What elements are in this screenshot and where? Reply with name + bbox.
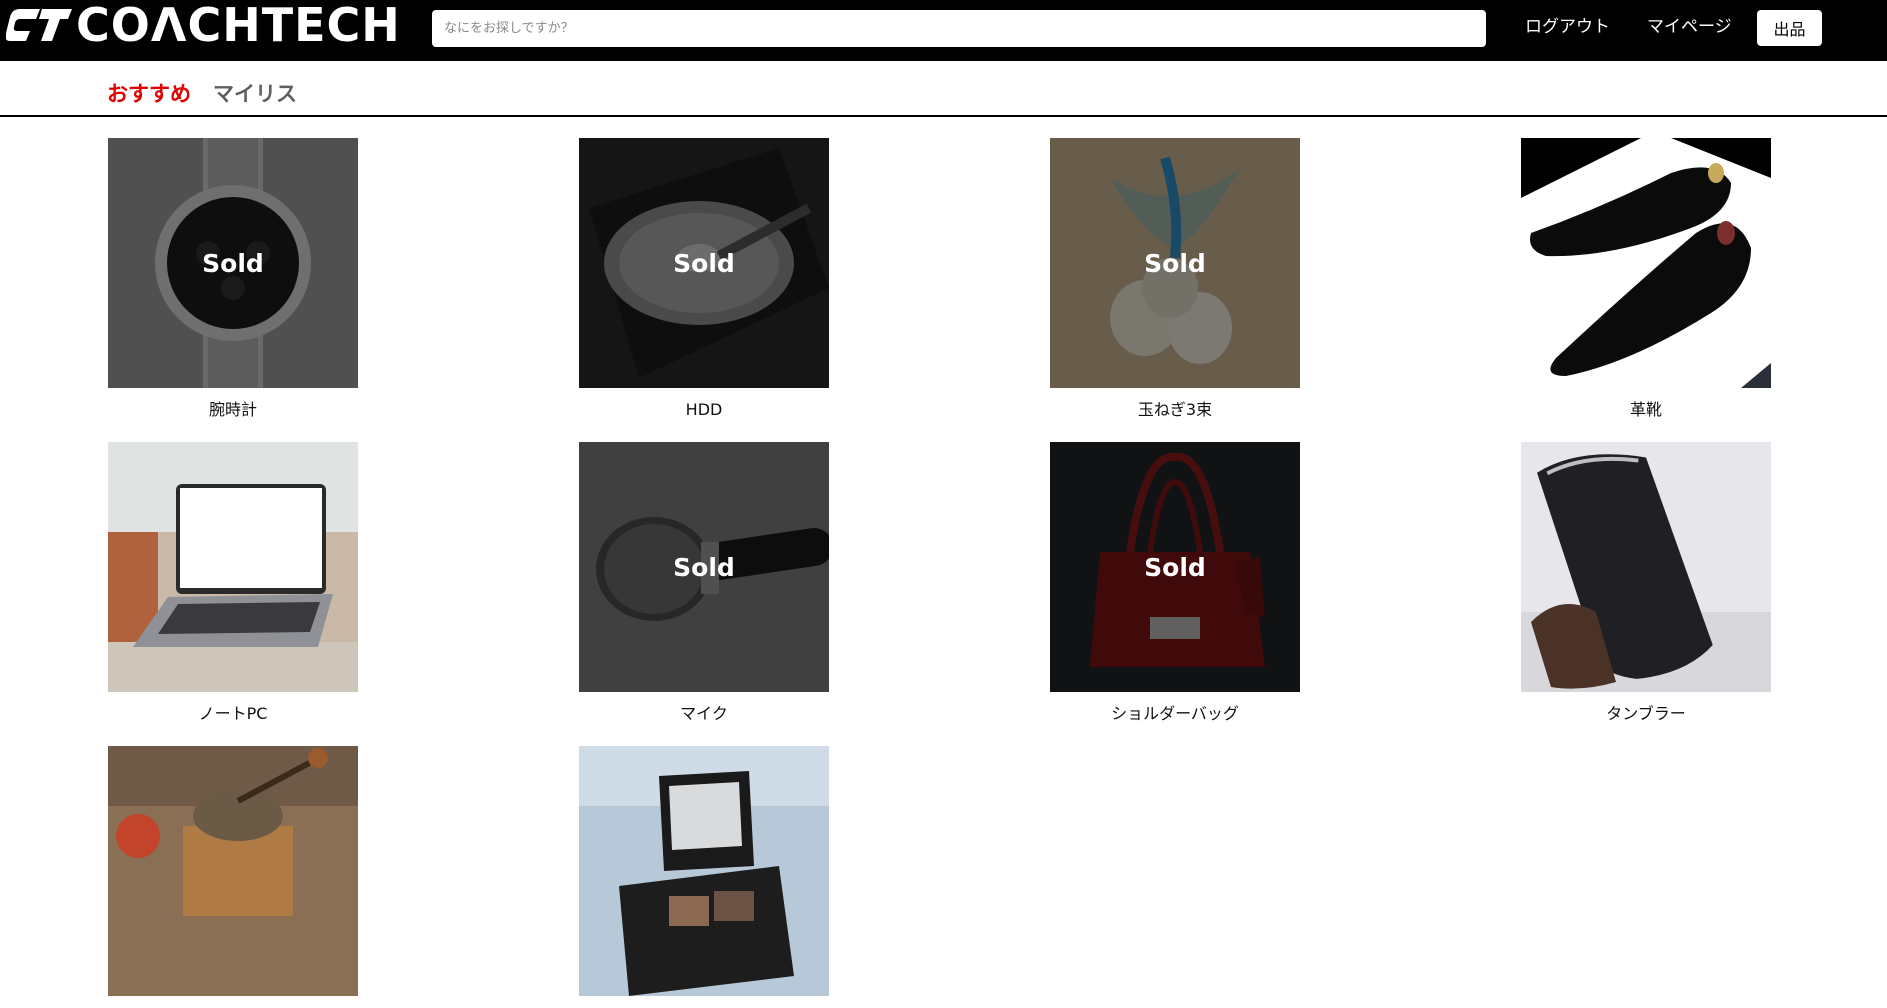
sold-label: Sold bbox=[202, 248, 264, 278]
item-card[interactable]: Sold マイク bbox=[579, 442, 829, 724]
sold-label: Sold bbox=[673, 248, 735, 278]
tab-mylist[interactable]: マイリス bbox=[213, 81, 297, 107]
item-name: タンブラー bbox=[1606, 704, 1686, 723]
item-name: マイク bbox=[680, 704, 728, 723]
item-card[interactable]: タンブラー bbox=[1521, 442, 1771, 724]
sold-label: Sold bbox=[1144, 248, 1206, 278]
sold-label: Sold bbox=[673, 552, 735, 582]
item-image-onions[interactable]: Sold bbox=[1050, 138, 1300, 388]
item-image-eyeshadow[interactable] bbox=[579, 746, 829, 996]
item-image-coffee-grinder[interactable] bbox=[108, 746, 358, 996]
sold-overlay: Sold bbox=[1050, 138, 1300, 388]
item-card[interactable]: Sold 腕時計 bbox=[108, 138, 358, 420]
item-image-tumbler[interactable] bbox=[1521, 442, 1771, 692]
item-image-laptop[interactable] bbox=[108, 442, 358, 692]
sold-overlay: Sold bbox=[108, 138, 358, 388]
item-tabs: おすすめ マイリス bbox=[0, 61, 1887, 117]
coffee-grinder-image bbox=[108, 746, 358, 996]
item-image-microphone[interactable]: Sold bbox=[579, 442, 829, 692]
sold-overlay: Sold bbox=[579, 442, 829, 692]
ct-logo-icon bbox=[6, 9, 72, 41]
sold-overlay: Sold bbox=[579, 138, 829, 388]
search-input[interactable] bbox=[432, 10, 1486, 47]
shoes-image bbox=[1521, 138, 1771, 388]
brand-wordmark: COΛCHTECH bbox=[76, 0, 401, 52]
item-card[interactable] bbox=[579, 746, 829, 1008]
item-card[interactable] bbox=[108, 746, 358, 1008]
item-card[interactable]: Sold 玉ねぎ3束 bbox=[1050, 138, 1300, 420]
item-image-shoes[interactable] bbox=[1521, 138, 1771, 388]
coachtech-logo[interactable]: COΛCHTECH bbox=[6, 0, 401, 50]
mypage-link[interactable]: マイページ bbox=[1647, 16, 1732, 38]
item-image-shoulder-bag[interactable]: Sold bbox=[1050, 442, 1300, 692]
item-card[interactable]: ノートPC bbox=[108, 442, 358, 724]
item-name: 革靴 bbox=[1629, 400, 1662, 419]
item-image-hdd[interactable]: Sold bbox=[579, 138, 829, 388]
item-image-watch[interactable]: Sold bbox=[108, 138, 358, 388]
sold-label: Sold bbox=[1144, 552, 1206, 582]
logout-link[interactable]: ログアウト bbox=[1525, 16, 1610, 38]
tumbler-image bbox=[1521, 442, 1771, 692]
sell-button[interactable]: 出品 bbox=[1757, 10, 1822, 46]
item-card[interactable]: Sold HDD bbox=[579, 138, 829, 420]
item-name: HDD bbox=[685, 400, 723, 419]
item-name: ショルダーバッグ bbox=[1111, 704, 1239, 723]
item-name: 腕時計 bbox=[208, 400, 257, 419]
item-card[interactable]: 革靴 bbox=[1521, 138, 1771, 420]
item-card[interactable]: Sold ショルダーバッグ bbox=[1050, 442, 1300, 724]
laptop-image bbox=[108, 442, 358, 692]
item-name: 玉ねぎ3束 bbox=[1137, 400, 1213, 419]
item-name: ノートPC bbox=[198, 704, 268, 723]
eyeshadow-image bbox=[579, 746, 829, 996]
sold-overlay: Sold bbox=[1050, 442, 1300, 692]
site-header: COΛCHTECH ログアウト マイページ 出品 bbox=[0, 0, 1887, 61]
tab-recommended[interactable]: おすすめ bbox=[107, 81, 191, 107]
